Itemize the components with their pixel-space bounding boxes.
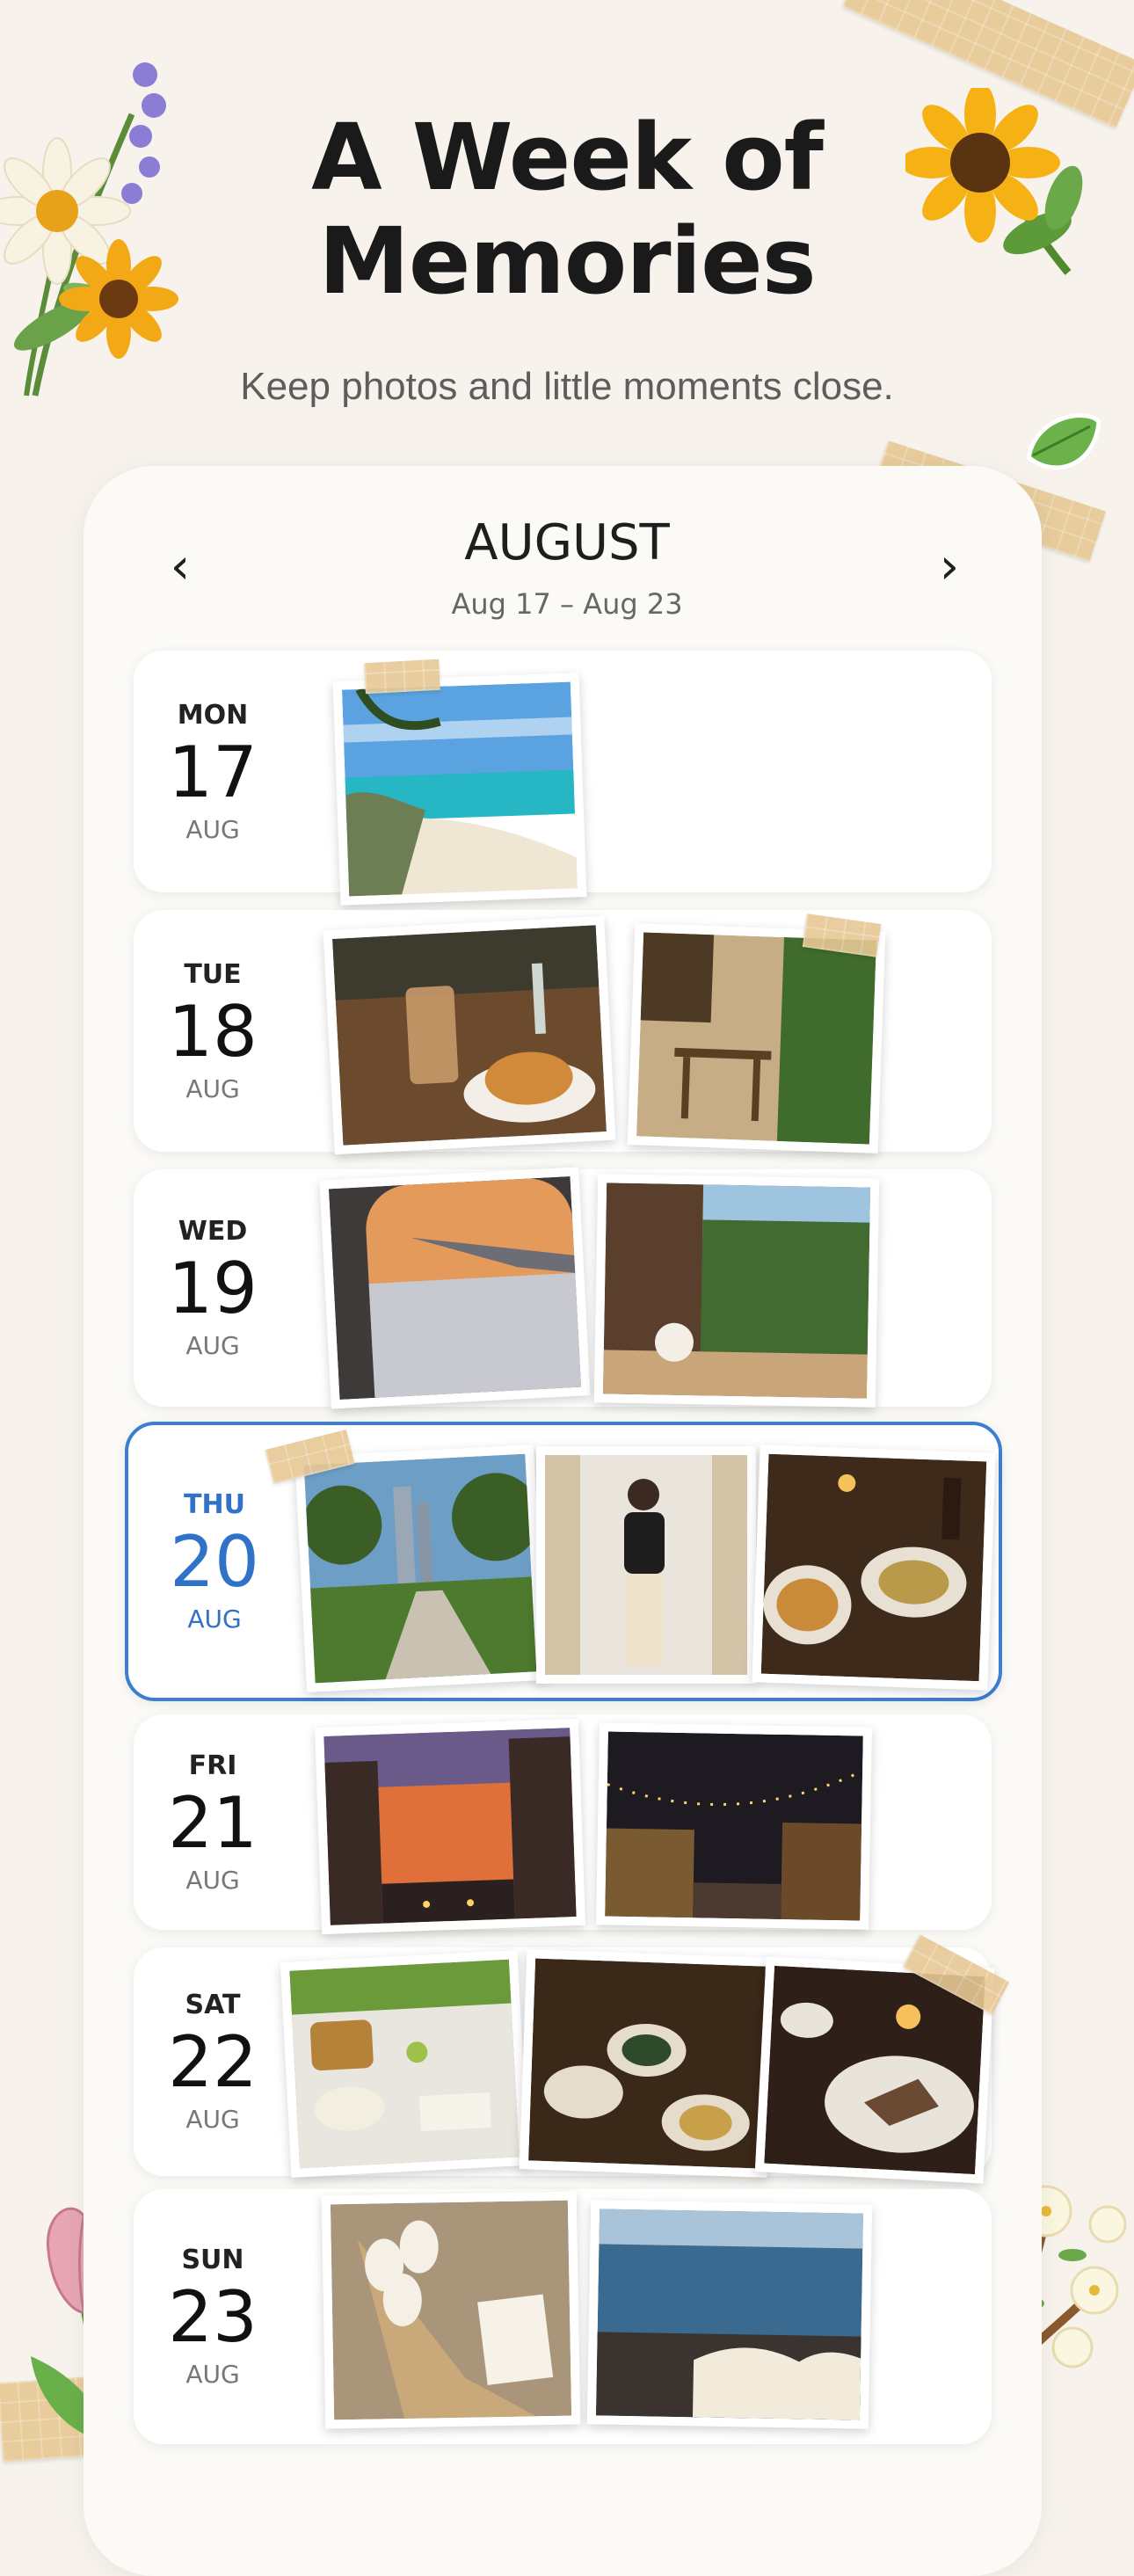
- photo-dinner-table[interactable]: [752, 1444, 996, 1691]
- photo-airplane-window[interactable]: [319, 1167, 591, 1409]
- day-date: SUN 23 AUG: [168, 2245, 258, 2389]
- photo-city-park[interactable]: [294, 1444, 546, 1692]
- photo-beach[interactable]: [332, 673, 587, 906]
- washi-tape: [364, 659, 440, 695]
- page-subtitle: Keep photos and little moments close.: [240, 365, 894, 408]
- photo-cafe-terrace[interactable]: [627, 923, 886, 1153]
- page-title: A Week of Memories: [311, 104, 824, 315]
- photo-mirror-selfie[interactable]: [536, 1446, 756, 1684]
- photo-picnic[interactable]: [280, 1950, 529, 2178]
- day-date: TUE 18 AUG: [168, 958, 258, 1103]
- day-date: WED 19 AUG: [168, 1216, 258, 1360]
- photo-iced-coffee-croissant[interactable]: [323, 915, 616, 1155]
- leaf-icon: [1026, 413, 1101, 470]
- photo-sunset-street[interactable]: [314, 1718, 586, 1935]
- photo-dinner-friends[interactable]: [519, 1949, 775, 2178]
- day-date: MON 17 AUG: [168, 699, 258, 844]
- week-range: Aug 17 – Aug 23: [451, 587, 683, 621]
- photo-sea-book[interactable]: [586, 2200, 873, 2429]
- photo-train-window[interactable]: [593, 1174, 880, 1408]
- day-date: THU 20 AUG: [170, 1489, 259, 1634]
- photo-tulips-letter[interactable]: [321, 2191, 581, 2429]
- day-date: FRI 21 AUG: [168, 1750, 258, 1895]
- photo-night-market[interactable]: [596, 1722, 872, 1930]
- month-label: AUGUST: [464, 514, 670, 571]
- day-date: SAT 22 AUG: [168, 1990, 258, 2134]
